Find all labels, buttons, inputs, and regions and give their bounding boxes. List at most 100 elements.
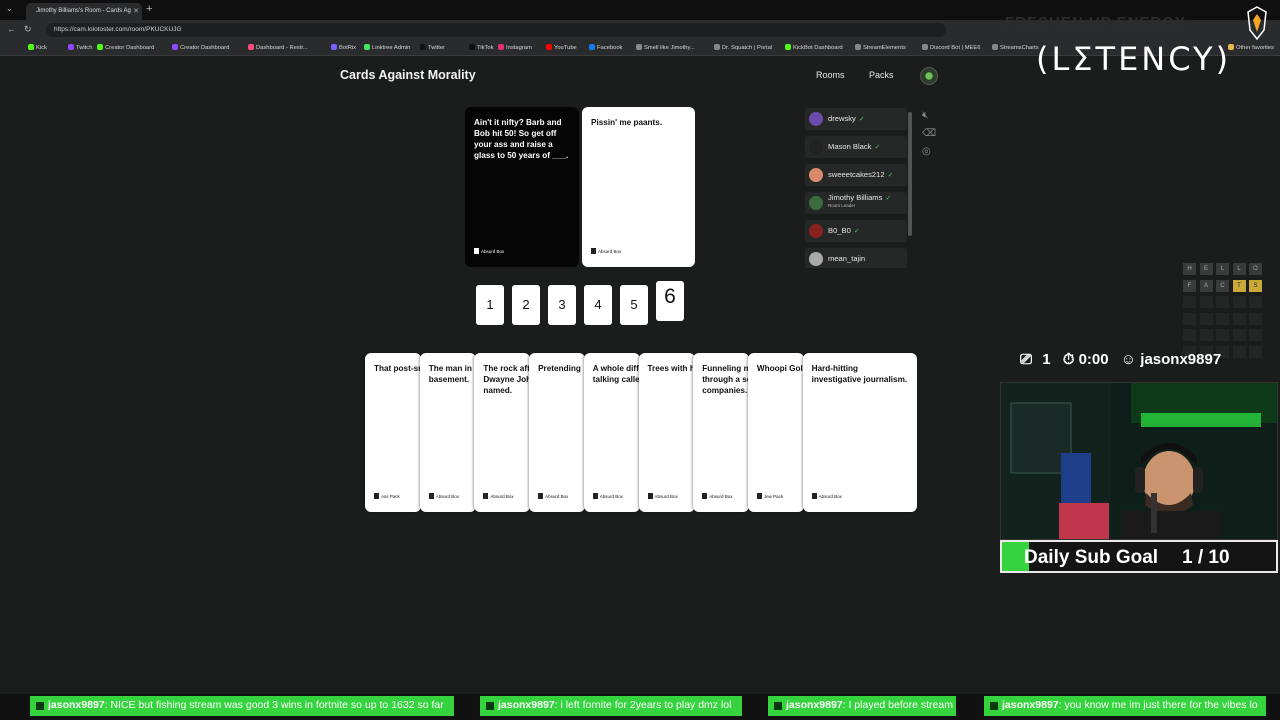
timer-icon: ⏱ [1062, 351, 1075, 368]
chat-badge-icon [774, 702, 782, 710]
player-list-scrollbar[interactable] [908, 112, 912, 236]
hand-card[interactable]: Funneling m through a se companies. Absur… [693, 353, 750, 512]
bookmark-favicon-icon [248, 44, 254, 50]
bookmark-item[interactable]: Linktree Admin [364, 44, 410, 51]
hand-card-text: Whoopi Gol [756, 364, 803, 373]
wordle-cell: L [1216, 263, 1229, 275]
player-row[interactable]: B0_B0 ✓ [805, 220, 907, 242]
hand-card-brand: Jew Pack [756, 491, 783, 502]
wordle-cell: E [1199, 263, 1213, 275]
camera-icon[interactable]: ◎ [922, 146, 931, 157]
browser-tab[interactable]: Jimothy Billiams's Room - Cards Ag ✕ [26, 3, 142, 20]
ready-check-icon: ✓ [887, 172, 894, 179]
cast-icon: ⎚ [1020, 351, 1033, 368]
wordle-cell [1216, 329, 1229, 341]
player-name: sweeetcakes212 ✓ [828, 170, 894, 179]
number-button-1[interactable]: 1 [476, 285, 504, 325]
url-field[interactable]: https://cam.lolotoster.com/room/PKUCKUJG [46, 23, 946, 37]
nav-packs-link[interactable]: Packs [869, 70, 894, 80]
wordle-cell [1249, 312, 1262, 325]
bookmark-item[interactable]: Smell like Jimothy... [636, 44, 695, 51]
hand-card-text: A whole diff talking calle [592, 364, 640, 384]
bookmark-item[interactable]: YouTube [546, 44, 577, 51]
hand-card[interactable]: Pretending Absurd Box [529, 353, 586, 512]
number-button-6[interactable]: 6 [656, 281, 684, 321]
bookmark-item[interactable]: StreamsCharts [992, 44, 1039, 51]
nav-rooms-link[interactable]: Rooms [816, 70, 845, 80]
ready-check-icon: ✓ [885, 195, 892, 202]
hand-card-brand: Absurd Box [647, 491, 678, 502]
hand-card-text: That post-sr [374, 364, 421, 373]
hand-card[interactable]: That post-sr Ass Pack [365, 353, 421, 512]
chat-badge-icon [36, 702, 44, 710]
bookmark-item[interactable]: Instagram [498, 44, 532, 51]
player-avatar [809, 224, 823, 238]
hand-card[interactable]: Hard-hitting investigative journalism. Ab… [802, 353, 917, 512]
bookmark-item[interactable]: Creator Dashboard [172, 44, 229, 51]
number-button-5[interactable]: 5 [620, 285, 648, 325]
new-tab-icon[interactable]: + [146, 3, 152, 15]
prompt-card-text: Ain't it nifty? Barb and Bob hit 50! So … [474, 118, 569, 160]
stream-timer: 0:00 [1078, 351, 1109, 368]
hand-card[interactable]: A whole diff talking calle Absurd Box [583, 353, 640, 512]
mute-icon[interactable]: 🔇︎ [922, 110, 928, 121]
tab-search-icon[interactable]: ⌄ [6, 4, 13, 13]
player-name: drewsky ✓ [828, 114, 865, 123]
number-button-2[interactable]: 2 [512, 285, 540, 325]
app-title: Cards Against Morality [340, 68, 476, 82]
hand-card[interactable]: Trees with h Absurd Box [638, 353, 695, 512]
webcam-feed [1000, 382, 1278, 540]
chat-message: jasonx9897: I played before stream [768, 696, 956, 716]
bookmark-favicon-icon [855, 44, 861, 50]
bookmark-item[interactable]: TikTok [469, 44, 494, 51]
ready-check-icon: ✓ [853, 228, 860, 235]
user-avatar[interactable] [920, 67, 938, 85]
played-card[interactable]: Pissin' me paants. Absurd Box [582, 107, 695, 267]
eraser-icon[interactable]: ⌫ [922, 128, 936, 139]
bookmark-item[interactable]: StreamElements [855, 44, 906, 51]
wordle-cell: T [1232, 279, 1246, 292]
player-row[interactable]: mean_tajin [805, 248, 907, 268]
wordle-cell: L [1232, 263, 1246, 275]
bookmark-item[interactable]: Dr. Squatch | Portal [714, 44, 772, 51]
prompt-card: Ain't it nifty? Barb and Bob hit 50! So … [465, 107, 579, 267]
chat-username: jasonx9897 [786, 699, 843, 711]
number-button-4[interactable]: 4 [584, 285, 612, 325]
bookmark-item[interactable]: Twitch [68, 44, 92, 51]
wordle-cell [1232, 296, 1246, 308]
bookmark-item[interactable]: KickBot Dashboard [785, 44, 843, 51]
chat-text: NICE but fishing stream was good 3 wins … [110, 699, 444, 711]
hand-card-brand: Absurd Box [428, 491, 459, 502]
bookmark-favicon-icon [28, 44, 34, 50]
bookmark-item[interactable]: Creator Dashboard [97, 44, 154, 51]
bookmark-item[interactable]: Dashboard - Restr... [248, 44, 308, 51]
player-name: B0_B0 ✓ [828, 226, 860, 235]
hand-card-brand: Absurd Box [538, 491, 568, 502]
chat-badge-icon [486, 702, 494, 710]
player-row[interactable]: drewsky ✓ [805, 108, 907, 130]
bookmark-item[interactable]: Facebook [589, 44, 622, 51]
wordle-cell: A [1199, 279, 1213, 292]
sub-goal-count: 1 / 10 [1182, 547, 1230, 568]
number-button-3[interactable]: 3 [548, 285, 576, 325]
sub-goal-label: Daily Sub Goal [1024, 547, 1159, 568]
close-tab-icon[interactable]: ✕ [133, 7, 139, 15]
player-row[interactable]: Mason Black ✓ [805, 136, 907, 158]
hand-card[interactable]: Whoopi Gol Jew Pack [747, 353, 804, 512]
wordle-cell [1183, 296, 1196, 308]
hand-card[interactable]: The man in t basement. Absurd Box [419, 353, 476, 512]
bookmark-item[interactable]: Kick [28, 44, 47, 51]
hand-card[interactable]: The rock aft Dwayne Joh named. Absurd Box [474, 353, 531, 512]
wordle-cell: F [1183, 279, 1196, 292]
back-icon[interactable]: ← [7, 24, 16, 34]
bookmark-item[interactable]: BotRix [331, 44, 356, 51]
player-row[interactable]: Jimothy Billiams ✓ Room Leader [805, 192, 907, 214]
player-row[interactable]: sweeetcakes212 ✓ [805, 164, 907, 186]
bookmark-item[interactable]: Other favorites [1228, 44, 1274, 51]
reload-icon[interactable]: ↻ [24, 24, 32, 35]
bookmark-item[interactable]: Discord Bot | MEE6 [922, 44, 980, 51]
streamer-avatar-icon: ☺ [1120, 351, 1137, 368]
hand-card-text: Hard-hitting investigative journalism. [811, 364, 908, 384]
wordle-cell [1216, 312, 1229, 325]
bookmark-item[interactable]: Twitter [420, 44, 445, 51]
